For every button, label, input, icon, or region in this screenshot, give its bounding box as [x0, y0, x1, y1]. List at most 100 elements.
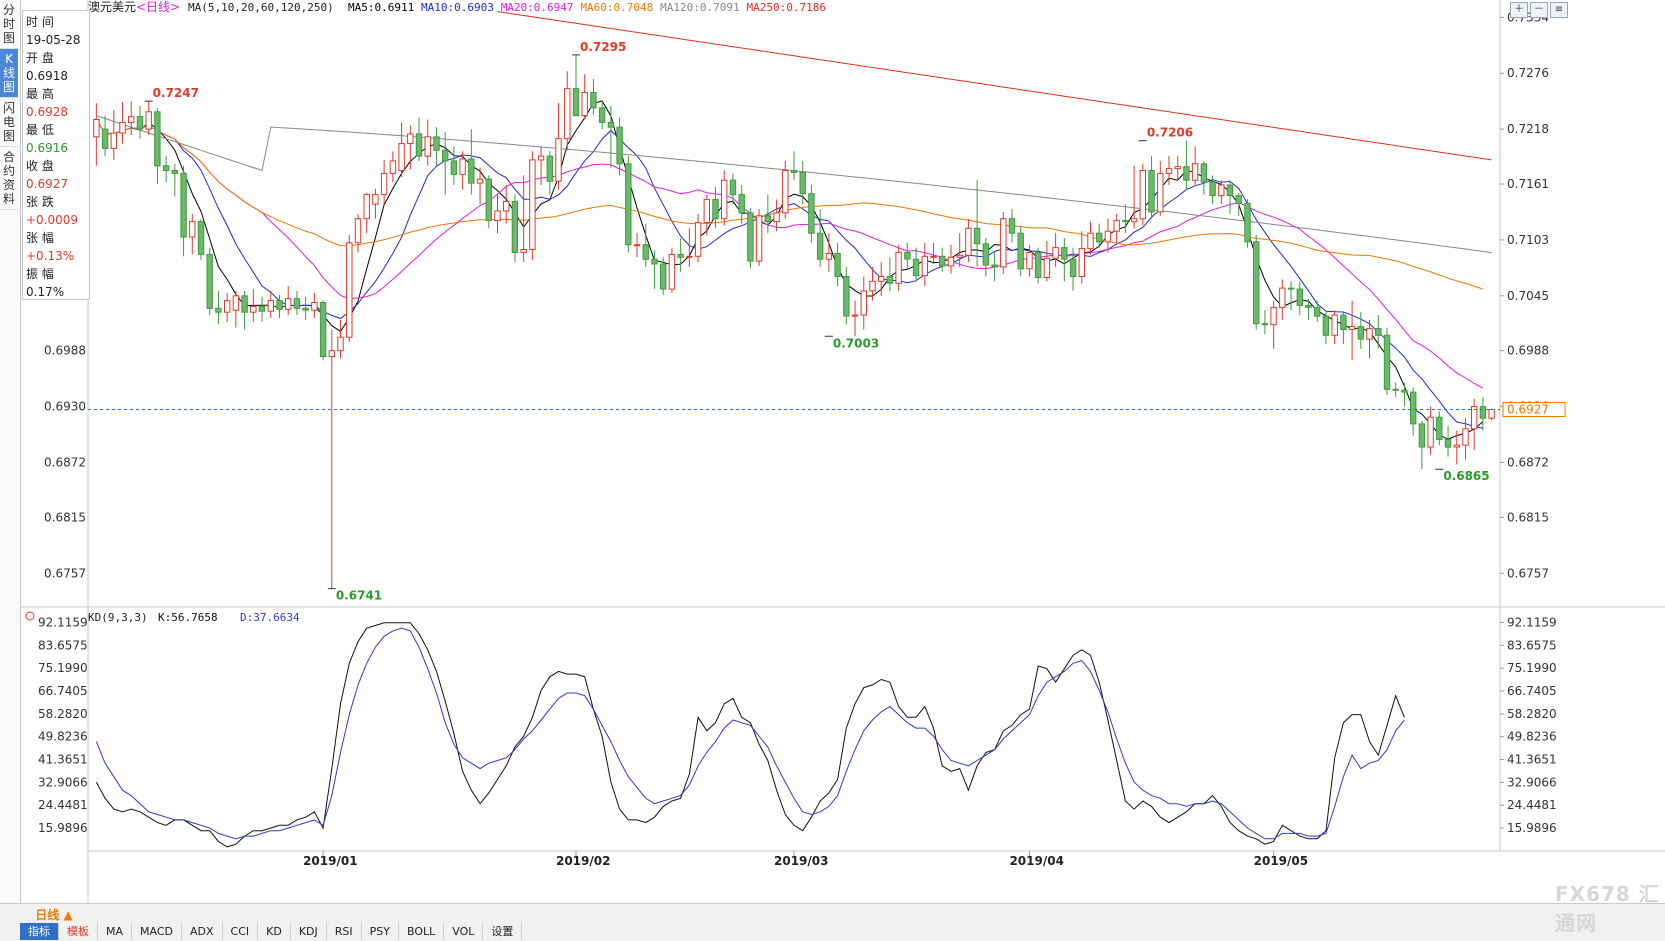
indicator-tab-8[interactable]: RSI: [326, 923, 362, 940]
price-info-panel: 时 间 19-05-28 开 盘 0.6918 最 高 0.6928 最 低 0…: [22, 10, 90, 300]
candle-body: [1383, 334, 1391, 390]
candle-body: [459, 158, 466, 175]
candle-body: [703, 198, 710, 223]
candle-body: [1375, 328, 1382, 336]
y-tick-label-left: 0.6872: [44, 455, 86, 469]
candle-body: [729, 179, 737, 196]
kd-K-line: [95, 622, 1405, 848]
candle-body: [537, 155, 545, 161]
candle-body: [1000, 218, 1007, 268]
candle-body: [1479, 406, 1487, 419]
candle-body: [128, 116, 135, 123]
ma5-line: [95, 100, 1484, 440]
candle-body: [450, 160, 458, 175]
change-label: 张 跌: [26, 195, 54, 209]
kd-y-tick-label-left: 24.4481: [38, 798, 88, 812]
candle-body: [1453, 444, 1460, 448]
candle-body: [215, 307, 222, 313]
candle-body: [511, 200, 519, 253]
indicator-tab-0[interactable]: 指标: [20, 923, 59, 940]
candle-body: [1218, 184, 1225, 197]
indicator-tab-11[interactable]: VOL: [444, 923, 484, 940]
candle-body: [503, 200, 510, 212]
kd-y-tick-label-right: 66.7405: [1507, 684, 1557, 698]
pct-label: 张 幅: [26, 231, 54, 245]
indicator-tab-1[interactable]: 模板: [59, 923, 98, 940]
candle-body: [258, 305, 266, 312]
y-tick-label-left: 0.6757: [44, 566, 86, 580]
time-label: 时 间: [26, 15, 54, 29]
candle-body: [642, 244, 649, 260]
candle-body: [1096, 232, 1103, 243]
candle-body: [755, 215, 763, 262]
candle-body: [442, 149, 449, 162]
indicator-tab-2[interactable]: MA: [98, 923, 133, 940]
candle-body: [319, 302, 327, 357]
candle-body: [1261, 323, 1269, 326]
candle-body: [1052, 247, 1059, 259]
indicator-tab-10[interactable]: BOLL: [398, 923, 445, 940]
indicator-tab-4[interactable]: ADX: [182, 923, 223, 940]
kd-y-tick-label-right: 24.4481: [1507, 798, 1557, 812]
candle-body: [1200, 163, 1208, 183]
candle-body: [1305, 304, 1312, 308]
candle-body: [799, 172, 806, 195]
candle-body: [302, 307, 309, 311]
kd-y-tick-label-left: 92.1159: [38, 615, 88, 629]
candle-body: [494, 210, 501, 222]
candle-body: [1069, 258, 1077, 278]
time-value: 19-05-28: [26, 33, 81, 47]
candle-body: [1488, 409, 1495, 419]
candle-body: [407, 133, 414, 144]
indicator-tab-9[interactable]: PSY: [361, 923, 399, 940]
period-button[interactable]: 日线 ▲: [22, 906, 86, 922]
candle-body: [1244, 202, 1251, 243]
candle-body: [947, 256, 955, 267]
kd-y-tick-label-right: 32.9066: [1507, 775, 1557, 789]
candle-body: [1026, 251, 1033, 270]
x-tick-label: 2019/03: [774, 854, 828, 868]
kd-y-tick-label-left: 66.7405: [38, 684, 88, 698]
ma-value-label: MA20:0.6947: [501, 1, 574, 14]
extreme-label: 0.7295: [580, 40, 626, 54]
indicator-tab-6[interactable]: KD: [258, 923, 291, 940]
candle-body: [878, 276, 885, 282]
candle-body: [921, 255, 928, 277]
candle-body: [904, 251, 911, 260]
indicator-tab-12[interactable]: 设置: [483, 923, 523, 940]
candle-body: [1314, 306, 1321, 317]
indicator-tab-3[interactable]: MACD: [132, 923, 182, 940]
zoom-out-icon[interactable]: －: [1530, 2, 1548, 18]
y-tick-label-right: 0.7218: [1507, 122, 1549, 136]
candle-body: [354, 218, 362, 244]
zoom-in-icon[interactable]: ＋: [1510, 2, 1528, 18]
candle-body: [363, 194, 370, 220]
candle-body: [1165, 168, 1173, 174]
candle-body: [415, 133, 423, 157]
candle-body: [956, 254, 963, 258]
candle-body: [197, 221, 205, 255]
candle-body: [398, 143, 405, 172]
ma-value-label: MA60:0.7048: [580, 1, 653, 14]
candle-body: [1253, 241, 1260, 325]
kd-y-tick-label-right: 58.2820: [1507, 707, 1557, 721]
candle-body: [764, 215, 771, 223]
candle-body: [555, 138, 562, 182]
y-tick-label-right: 0.6815: [1507, 510, 1549, 524]
indicator-tabs: 指标 模板 MA MACD ADX CCI KD KDJ RSI PSY BOLL VOL 设置: [20, 923, 523, 940]
x-tick-label: 2019/01: [303, 854, 357, 868]
candle-body: [1183, 166, 1190, 181]
amplitude-label: 振 幅: [26, 267, 54, 281]
indicator-tab-7[interactable]: KDJ: [290, 923, 327, 940]
menu-icon[interactable]: ≡: [1550, 2, 1568, 18]
indicator-tab-5[interactable]: CCI: [222, 923, 259, 940]
change-value: +0.0009: [26, 213, 79, 227]
x-tick-label: 2019/04: [1009, 854, 1063, 868]
candle-body: [712, 198, 719, 220]
ma250-line: [497, 11, 1492, 161]
fx678-logo: FX678 汇通网: [1555, 882, 1660, 935]
candle-body: [939, 255, 946, 267]
candle-body: [1008, 218, 1016, 234]
candle-body: [276, 300, 283, 310]
kd-y-tick-label-right: 83.6575: [1507, 638, 1557, 652]
